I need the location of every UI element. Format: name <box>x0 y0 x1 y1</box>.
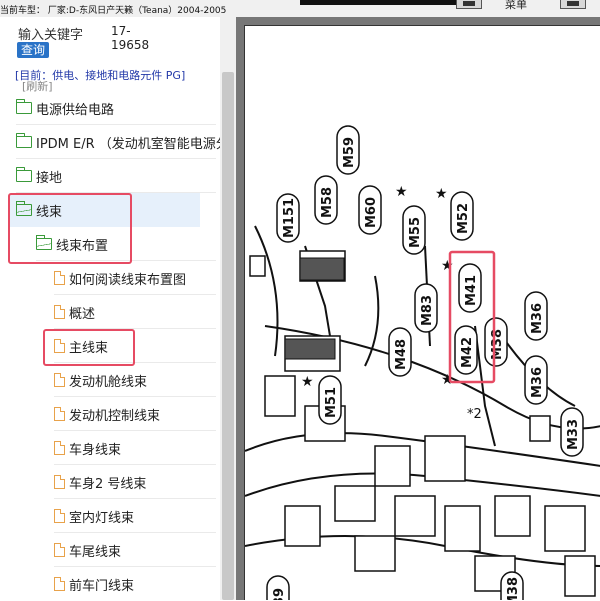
tree-item-tail-harness[interactable]: 车尾线束 <box>54 533 220 567</box>
document-icon <box>54 406 66 421</box>
toolbar-button-left[interactable] <box>456 0 482 9</box>
document-icon <box>54 508 66 523</box>
connector-label: M55 <box>408 217 423 248</box>
connector-label: M60 <box>364 197 379 228</box>
highlight-box-harness <box>8 193 132 264</box>
scrollbar-thumb[interactable] <box>222 72 234 600</box>
tree-item-label: 概述 <box>69 306 96 322</box>
connector-label: M36 <box>530 367 545 398</box>
top-bar: 当前车型： 厂家:D-东风日产天籁（Teana）2004-2005 菜单 <box>0 0 600 17</box>
folder-icon <box>16 167 32 182</box>
svg-text:★: ★ <box>395 184 408 200</box>
toolbar-button-right[interactable] <box>560 0 586 9</box>
connector-label: M83 <box>420 295 435 326</box>
tree-item-label: 室内灯线束 <box>69 510 135 526</box>
query-button[interactable]: 查询 <box>17 42 49 58</box>
note-label: *2 <box>467 407 482 422</box>
tree-item-engine-control-harness[interactable]: 发动机控制线束 <box>54 397 220 431</box>
tree-item-ground[interactable]: 接地 <box>16 159 220 193</box>
folder-icon <box>16 133 32 148</box>
highlight-box-main-harness <box>43 329 135 366</box>
connector-label: M42 <box>460 337 475 368</box>
tree-item-body-harness[interactable]: 车身线束 <box>54 431 220 465</box>
connector-label: M52 <box>456 203 471 234</box>
tree-item-overview[interactable]: 概述 <box>54 295 220 329</box>
menu-button[interactable]: 菜单 <box>505 0 527 10</box>
svg-text:★: ★ <box>441 258 454 274</box>
tree-item-power-supply[interactable]: 电源供给电路 <box>16 91 220 125</box>
connector-label: M48 <box>394 339 409 370</box>
tree-item-room-lamp-harness[interactable]: 室内灯线束 <box>54 499 220 533</box>
harness-diagram: M151 M58 M59 M60 M55 M52 M41 M83 M42 M48… <box>244 25 600 600</box>
document-icon <box>54 542 66 557</box>
connector-label: M33 <box>566 419 581 450</box>
tree-item-engine-room-harness[interactable]: 发动机舱线束 <box>54 363 220 397</box>
connector-label: M36 <box>530 303 545 334</box>
diagram-panel: M151 M58 M59 M60 M55 M52 M41 M83 M42 M48… <box>236 17 600 600</box>
tree-item-label: 接地 <box>36 170 63 186</box>
connector-label: M51 <box>324 387 339 418</box>
svg-text:★: ★ <box>441 372 454 388</box>
harness-diagram-drawing: M151 M58 M59 M60 M55 M52 M41 M83 M42 M48… <box>245 125 600 600</box>
tree-item-label: 前车门线束 <box>69 578 135 594</box>
tree-item-label: 车身线束 <box>69 442 122 458</box>
connector-label: M38 <box>506 577 521 600</box>
document-icon <box>54 440 66 455</box>
toolbar-strip <box>300 0 460 5</box>
document-icon <box>54 372 66 387</box>
connector-label: M58 <box>320 187 335 218</box>
connector-label: M41 <box>464 275 479 306</box>
tree-item-body-2-harness[interactable]: 车身2 号线束 <box>54 465 220 499</box>
svg-text:★: ★ <box>301 374 314 390</box>
tree-item-label: 车尾线束 <box>69 544 122 560</box>
connector-label: M151 <box>282 198 297 238</box>
document-icon <box>54 304 66 319</box>
connector-label: 39 <box>272 588 287 600</box>
tree-item-label: 车身2 号线束 <box>69 476 147 492</box>
tree-item-label: 如何阅读线束布置图 <box>69 272 187 288</box>
document-icon <box>54 474 66 489</box>
tree-item-label: 电源供给电路 <box>36 102 115 118</box>
current-vehicle-text: 当前车型： 厂家:D-东风日产天籁（Teana）2004-2005 <box>0 6 227 16</box>
tree-item-label: 发动机舱线束 <box>69 374 148 390</box>
document-icon <box>54 270 66 285</box>
connector-label: M59 <box>342 137 357 168</box>
document-icon <box>54 576 66 591</box>
tree-item-how-to-read[interactable]: 如何阅读线束布置图 <box>54 261 220 295</box>
connector-label: M38 <box>490 329 505 360</box>
tree-item-label: IPDM E/R （发动机室智能电源分 <box>36 136 220 152</box>
svg-text:★: ★ <box>435 186 448 202</box>
tree-item-front-door-harness[interactable]: 前车门线束 <box>54 567 220 601</box>
tree-item-ipdm[interactable]: IPDM E/R （发动机室智能电源分 <box>16 125 220 159</box>
tree-item-label: 发动机控制线束 <box>69 408 161 424</box>
search-label: 输入关键字 <box>18 28 84 43</box>
search-input[interactable]: 17-19658 <box>111 24 151 52</box>
folder-icon <box>16 99 32 114</box>
